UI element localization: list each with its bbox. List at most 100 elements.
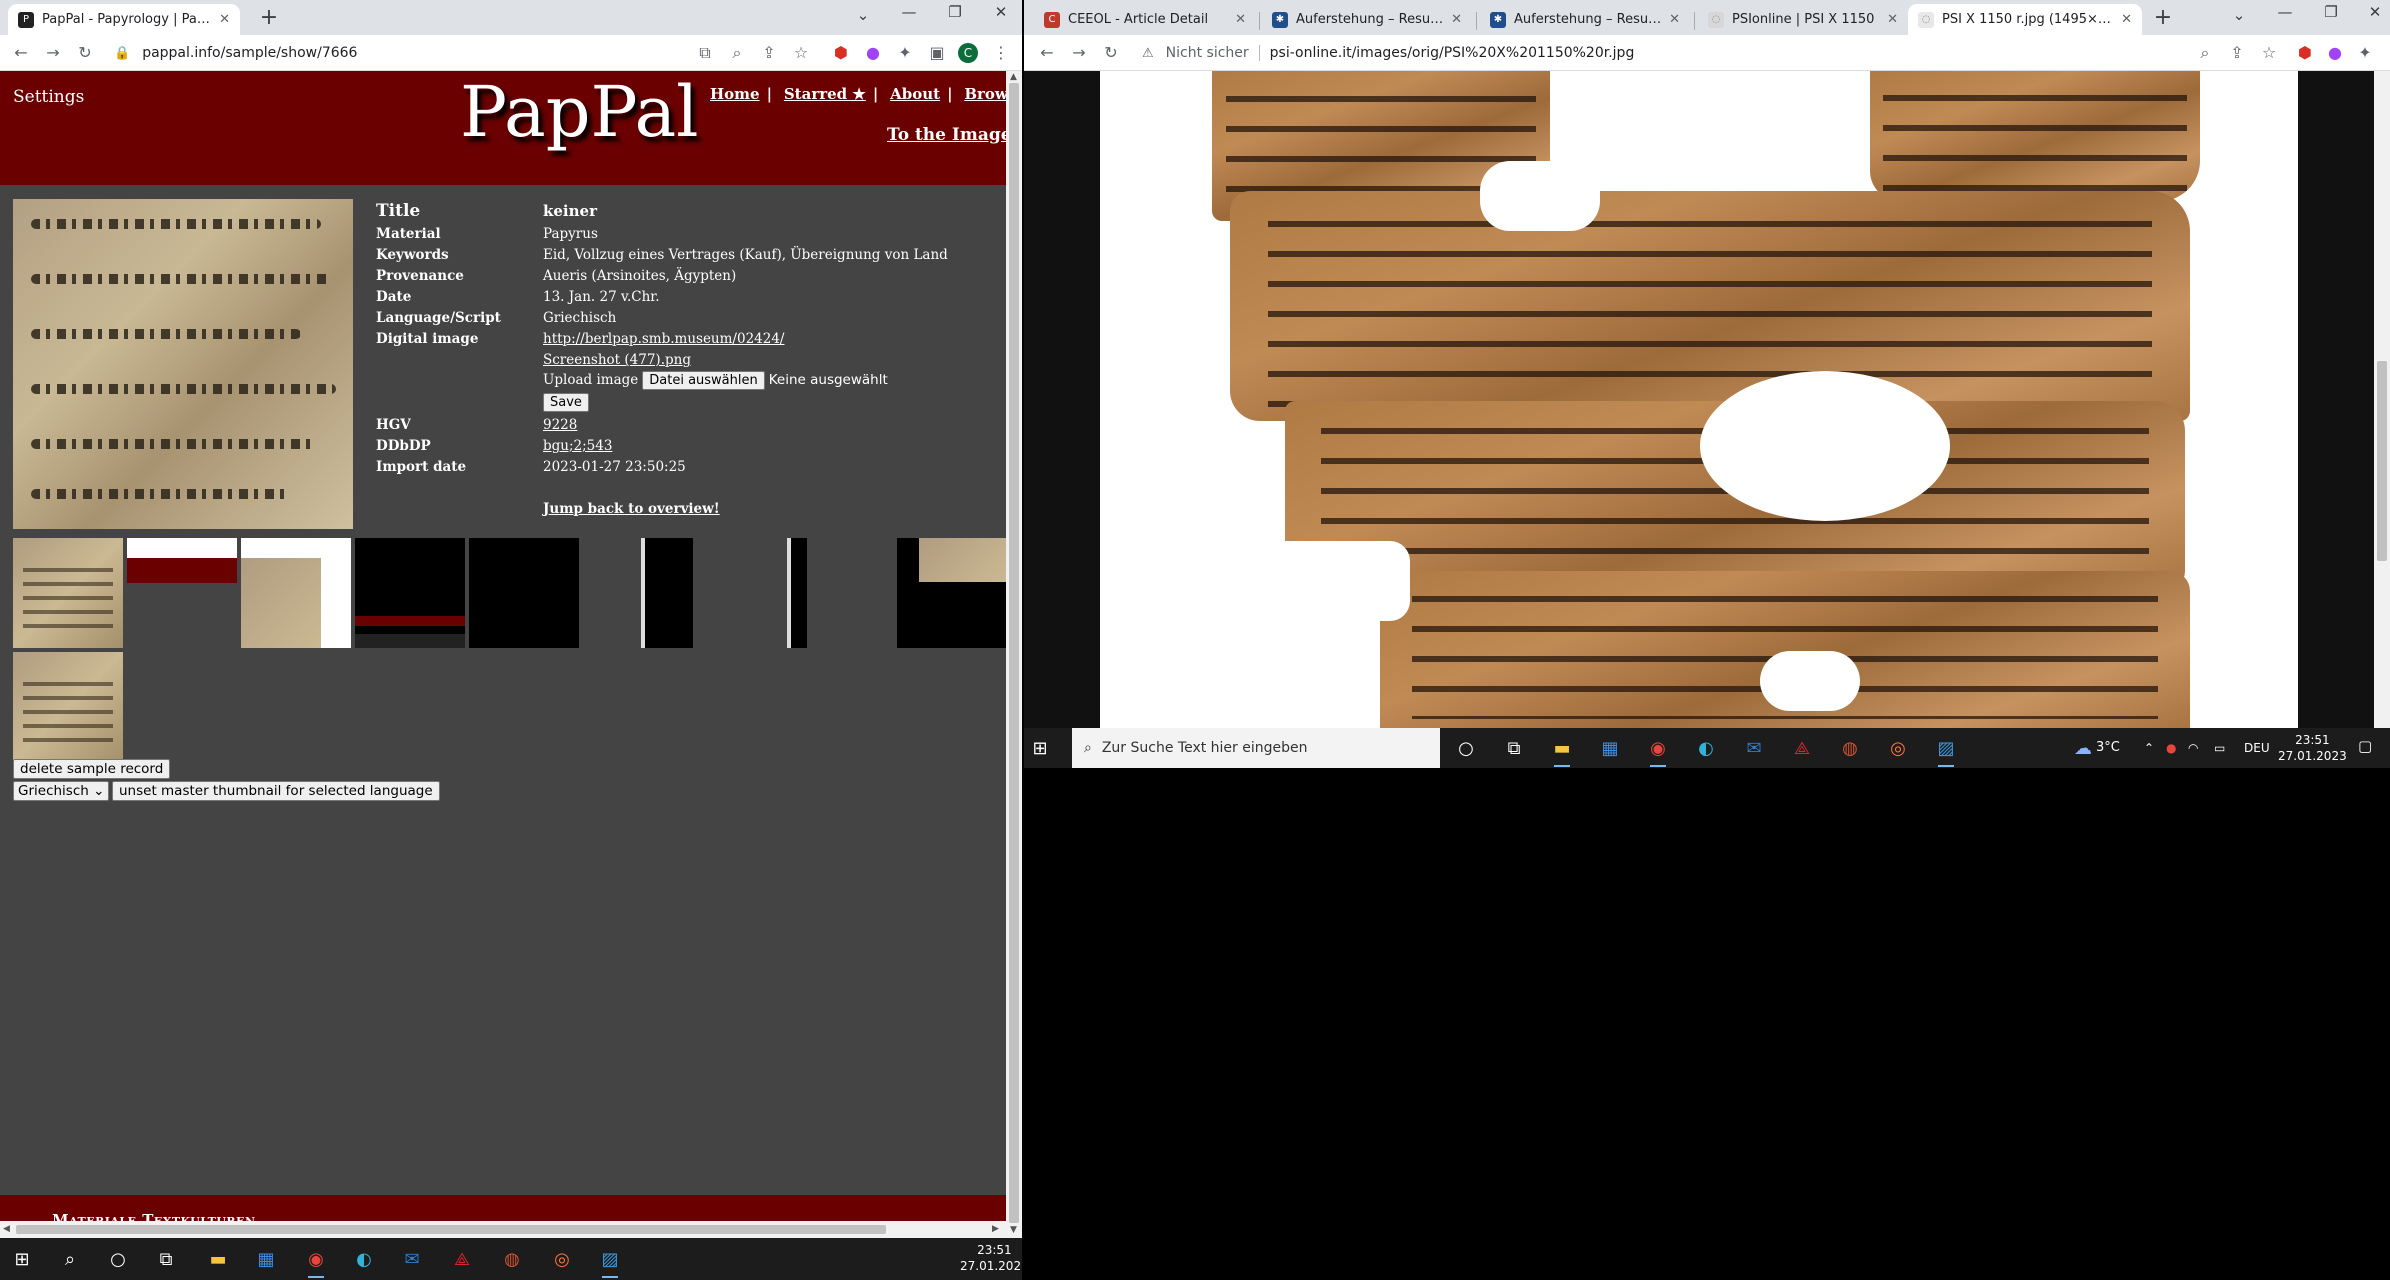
- reload-icon[interactable]: ↻: [74, 42, 96, 64]
- edge-icon[interactable]: ◐: [350, 1245, 378, 1273]
- task-view-icon[interactable]: ⧉: [1500, 734, 1528, 762]
- scrollbar-thumb[interactable]: [1009, 83, 1019, 1223]
- hgv-link[interactable]: 9228: [543, 417, 577, 433]
- thumbnail[interactable]: [127, 538, 237, 648]
- restore-button[interactable]: ❐: [942, 3, 968, 21]
- delete-sample-button[interactable]: delete sample record: [13, 759, 171, 779]
- image-vertical-scrollbar[interactable]: [2374, 71, 2390, 728]
- powerpoint-icon[interactable]: ◍: [1836, 734, 1864, 762]
- thumbnail[interactable]: [241, 538, 351, 648]
- file-explorer-icon[interactable]: ▬: [1548, 734, 1576, 767]
- minimize-button[interactable]: —: [896, 3, 922, 21]
- pappal-logo[interactable]: PapPal: [460, 71, 699, 153]
- cortana-icon[interactable]: ○: [104, 1245, 132, 1273]
- extension-shield-icon[interactable]: ⬢: [830, 42, 852, 64]
- nav-home[interactable]: Home: [710, 85, 760, 103]
- scroll-left-icon[interactable]: ◀: [3, 1224, 10, 1234]
- reload-icon[interactable]: ↻: [1100, 42, 1122, 64]
- file-explorer-icon[interactable]: ▬: [204, 1245, 232, 1273]
- store-icon[interactable]: ▦: [1596, 734, 1624, 762]
- bookmark-star-icon[interactable]: ☆: [790, 42, 812, 64]
- forward-icon[interactable]: →: [42, 42, 64, 64]
- zoom-icon[interactable]: ⌕: [2194, 42, 2216, 64]
- taskbar-search-box[interactable]: ⌕ Zur Suche Text hier eingeben: [1072, 728, 1440, 768]
- acrobat-icon[interactable]: ⟁: [448, 1245, 476, 1273]
- nav-starred[interactable]: Starred ★: [784, 85, 866, 103]
- edge-icon[interactable]: ◐: [1692, 734, 1720, 762]
- thumbnail[interactable]: [697, 538, 807, 648]
- to-the-images-link[interactable]: To the Images ...: [887, 125, 1006, 145]
- powerpoint-icon[interactable]: ◍: [498, 1245, 526, 1273]
- thumbnail[interactable]: [583, 538, 693, 648]
- share-icon[interactable]: ⇪: [758, 42, 780, 64]
- scroll-down-icon[interactable]: ▼: [1010, 1225, 1017, 1235]
- cortana-icon[interactable]: ○: [1452, 734, 1480, 762]
- tab-auferstehung-1[interactable]: ✱ Auferstehung – Resurrection ✕: [1262, 4, 1472, 35]
- address-bar[interactable]: 🔒 pappal.info/sample/show/7666: [114, 40, 357, 66]
- mail-icon[interactable]: ✉: [1740, 734, 1768, 762]
- search-icon[interactable]: ⌕: [56, 1245, 84, 1273]
- nav-browsing-tips[interactable]: Browsing Tips: [964, 85, 1006, 103]
- tray-app-icon[interactable]: ●: [2166, 740, 2176, 756]
- translate-icon[interactable]: ⧉: [694, 42, 716, 64]
- language-select[interactable]: Griechisch ⌄: [13, 781, 110, 801]
- address-bar[interactable]: ⚠ Nicht sicher psi-online.it/images/orig…: [1142, 40, 1634, 66]
- profile-avatar[interactable]: C: [958, 43, 978, 63]
- mail-icon[interactable]: ✉: [398, 1245, 426, 1273]
- thumbnail[interactable]: [13, 652, 123, 762]
- tab-psi-image[interactable]: ◌ PSI X 1150 r.jpg (1495×2460) ✕: [1908, 4, 2142, 35]
- notification-icon[interactable]: ▢: [2358, 738, 2372, 754]
- tab-search-icon[interactable]: ⌄: [2226, 6, 2252, 24]
- screenshot-link[interactable]: Screenshot (477).png: [543, 352, 691, 368]
- tab-pappal[interactable]: P PapPal - Papyrology | Paleograph ✕: [8, 4, 240, 35]
- back-icon[interactable]: ←: [10, 42, 32, 64]
- weather-cloud-icon[interactable]: ☁: [2072, 734, 2094, 762]
- taskbar-clock[interactable]: 23:51 27.01.2023: [2278, 732, 2347, 764]
- save-button[interactable]: Save: [543, 393, 589, 412]
- scrollbar-thumb[interactable]: [2377, 361, 2387, 561]
- restore-button[interactable]: ❐: [2318, 3, 2344, 21]
- chrome-icon[interactable]: ◉: [302, 1245, 330, 1278]
- battery-icon[interactable]: ▭: [2214, 740, 2225, 756]
- ddbdp-link[interactable]: bgu;2;543: [543, 438, 612, 454]
- windows-start-icon[interactable]: ⊞: [8, 1245, 36, 1273]
- taskbar-clock[interactable]: 23:51 27.01.2023: [960, 1242, 1022, 1274]
- firefox-icon[interactable]: ◎: [1884, 734, 1912, 762]
- digital-image-link[interactable]: http://berlpap.smb.museum/02424/: [543, 331, 784, 347]
- papyrus-image[interactable]: [1100, 71, 2298, 728]
- jump-back-link[interactable]: Jump back to overview!: [543, 501, 720, 517]
- back-icon[interactable]: ←: [1036, 42, 1058, 64]
- side-panel-icon[interactable]: ▣: [926, 42, 948, 64]
- thumbnail[interactable]: [811, 538, 921, 648]
- extension-shield-icon[interactable]: ⬢: [2294, 42, 2316, 64]
- photos-icon[interactable]: ▨: [596, 1245, 624, 1278]
- tray-chevron-icon[interactable]: ⌃: [2144, 740, 2154, 756]
- tab-psionline[interactable]: ◌ PSIonline | PSI X 1150 ✕: [1698, 4, 1908, 35]
- task-view-icon[interactable]: ⧉: [152, 1245, 180, 1273]
- extension-ublock-icon[interactable]: ●: [2324, 42, 2346, 64]
- scroll-right-icon[interactable]: ▶: [992, 1224, 999, 1234]
- extension-ublock-icon[interactable]: ●: [862, 42, 884, 64]
- bookmark-star-icon[interactable]: ☆: [2258, 42, 2280, 64]
- input-language[interactable]: DEU: [2244, 740, 2270, 756]
- thumbnail[interactable]: [355, 538, 465, 648]
- new-tab-button[interactable]: +: [2150, 6, 2176, 32]
- firefox-icon[interactable]: ◎: [548, 1245, 576, 1273]
- share-icon[interactable]: ⇪: [2226, 42, 2248, 64]
- tab-close-icon[interactable]: ✕: [1887, 12, 1898, 27]
- new-tab-button[interactable]: +: [256, 6, 282, 32]
- tab-search-icon[interactable]: ⌄: [850, 6, 876, 24]
- extensions-puzzle-icon[interactable]: ✦: [2354, 42, 2376, 64]
- zoom-icon[interactable]: ⌕: [726, 42, 748, 64]
- thumbnail[interactable]: [13, 538, 123, 648]
- close-window-button[interactable]: ✕: [2362, 3, 2388, 21]
- tab-close-icon[interactable]: ✕: [2121, 12, 2132, 27]
- photos-icon[interactable]: ▨: [1932, 734, 1960, 767]
- tab-close-icon[interactable]: ✕: [1235, 12, 1246, 27]
- chrome-icon[interactable]: ◉: [1644, 734, 1672, 767]
- windows-start-icon[interactable]: ⊞: [1026, 734, 1054, 762]
- page-horizontal-scrollbar[interactable]: ◀ ▶: [0, 1221, 1006, 1238]
- nav-about[interactable]: About: [890, 85, 940, 103]
- weather-temp[interactable]: 3°C: [2096, 740, 2120, 756]
- menu-kebab-icon[interactable]: ⋮: [990, 42, 1012, 64]
